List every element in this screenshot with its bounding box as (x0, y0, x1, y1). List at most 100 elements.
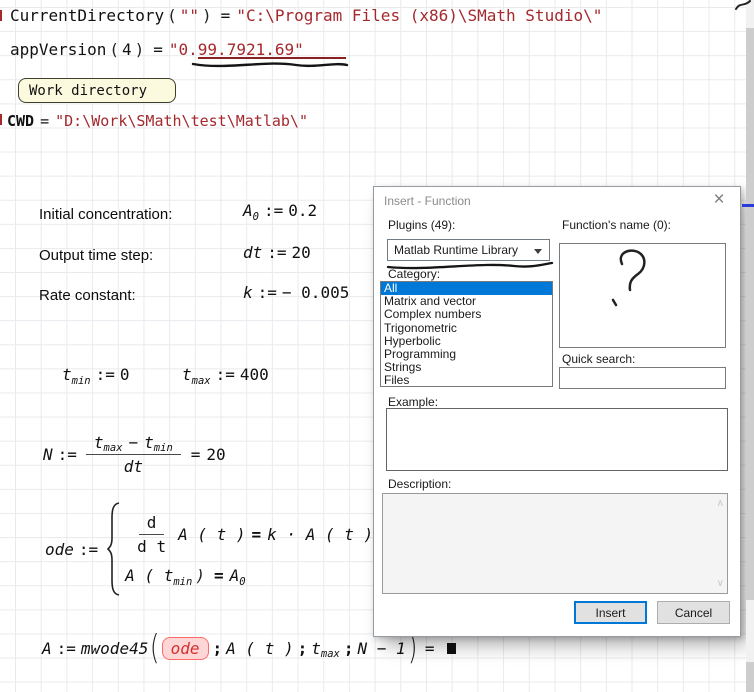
edge-red-mark (0, 114, 2, 125)
cwd-variable: CWD (7, 112, 34, 130)
equals-sign: = (221, 6, 231, 25)
category-item[interactable]: Files (381, 374, 552, 387)
work-directory-label: Work directory (29, 83, 147, 99)
assign: := (58, 445, 77, 464)
description-label: Description: (388, 477, 451, 491)
denominator: dt (124, 457, 143, 476)
category-list: All Matrix and vector Complex numbers Tr… (380, 281, 553, 387)
cancel-button[interactable]: Cancel (657, 601, 730, 624)
expr-a0[interactable]: A0 := 0.2 (243, 201, 317, 220)
a-of-t: A ( t ) (178, 525, 245, 544)
ode-row-1: d d t A ( t )=k · A ( t ) (125, 513, 373, 556)
system-brace (107, 502, 121, 596)
dialog-titlebar[interactable]: Insert - Function (374, 187, 740, 215)
assign: := (79, 540, 98, 559)
open-paren: ( (150, 633, 160, 663)
close-paren: ) (408, 633, 418, 663)
expr-tmax[interactable]: tmax:=400 (182, 365, 269, 384)
expr-k[interactable]: k:=− 0.005 (243, 283, 349, 302)
plugins-label: Plugins (49): (388, 218, 455, 232)
label-output-time-step: Output time step: (39, 247, 153, 264)
t-var: t (144, 433, 154, 452)
function-name-list[interactable] (559, 243, 726, 348)
result: 20 (206, 445, 225, 464)
quick-search-input[interactable] (559, 367, 726, 389)
variable: A (42, 639, 52, 658)
subscript: 0 (239, 576, 245, 588)
blue-edge-mark (742, 204, 754, 207)
variable: dt (243, 243, 262, 262)
bool-equals: = (252, 525, 262, 544)
string-value: "D:\Work\SMath\test\Matlab\" (55, 112, 308, 130)
expr-current-directory[interactable]: CurrentDirectory("")="C:\Program Files (… (10, 6, 602, 25)
chevron-down-icon (534, 249, 542, 254)
number-arg: 4 (122, 40, 132, 59)
variable: A (243, 201, 253, 220)
category-item[interactable]: Hyperbolic (381, 335, 552, 348)
expr-dt[interactable]: dt := 20 (243, 243, 311, 262)
plugins-dropdown[interactable]: Matlab Runtime Library (387, 239, 550, 261)
work-directory-button[interactable]: Work directory (18, 78, 176, 103)
scroll-up-icon[interactable]: ∧ (717, 498, 724, 509)
bool-equals: = (214, 566, 224, 585)
label-rate-constant: Rate constant: (39, 287, 136, 304)
equals-sign: = (40, 112, 49, 130)
variable: t (182, 365, 192, 384)
arg-a-of-t: A ( t ) (226, 639, 293, 658)
result-placeholder (447, 643, 456, 654)
assign: := (96, 365, 115, 384)
insert-function-dialog: Insert - Function × Plugins (49): Matlab… (373, 186, 741, 637)
string-value: "C:\Program Files (x86)\SMath Studio\" (236, 6, 602, 25)
variable: N (43, 445, 53, 464)
close-paren: ) (135, 40, 145, 59)
value: 20 (292, 243, 311, 262)
subscript: 0 (253, 211, 259, 223)
expr-tmin[interactable]: tmin:=0 (62, 365, 130, 384)
scroll-down-icon[interactable]: ∨ (717, 578, 724, 589)
subscript: min (173, 576, 192, 588)
arg-n-minus-1: N − 1 (357, 639, 405, 658)
ode-argument-box[interactable]: ode (162, 637, 209, 660)
separator: ; (344, 639, 354, 658)
equals-sign: = (425, 639, 435, 658)
a-of-tmin: A ( t (125, 566, 173, 585)
category-label: Category: (388, 267, 440, 281)
close-paren: ) (195, 566, 205, 585)
function-name: CurrentDirectory (10, 6, 164, 25)
value: − 0.005 (282, 283, 349, 302)
vertical-scrollbar-thumb[interactable] (746, 28, 754, 600)
example-box[interactable] (386, 408, 728, 471)
function-name-label: Function's name (0): (562, 218, 671, 232)
arg-tmax: t (311, 639, 321, 658)
expr-cwd[interactable]: CWD = "D:\Work\SMath\test\Matlab\" (7, 112, 308, 130)
assign: := (264, 201, 283, 220)
t-var: t (94, 433, 104, 452)
d-t: d t (137, 537, 166, 556)
variable: ode (45, 540, 74, 559)
open-paren: ( (109, 40, 119, 59)
description-box[interactable]: ∧ ∨ (382, 493, 728, 594)
string-arg: "" (180, 6, 199, 25)
expr-n[interactable]: N:= tmax−tmin dt =20 (43, 426, 226, 482)
function-name: appVersion (10, 40, 106, 59)
subscript: max (192, 375, 211, 387)
assign: := (267, 243, 286, 262)
variable: k (243, 283, 253, 302)
solver-function: mwode45 (81, 639, 148, 658)
expr-ode-system[interactable]: ode:= d d t A ( t )=k · A ( t ) A ( tmin… (45, 501, 373, 597)
category-item[interactable]: Trigonometric (381, 322, 552, 335)
example-label: Example: (388, 395, 438, 409)
quick-search-label: Quick search: (562, 352, 635, 366)
red-underline (198, 57, 346, 59)
ode-row-2: A ( tmin)=A0 (125, 566, 373, 585)
close-icon[interactable]: × (708, 189, 730, 211)
question-mark-doodle (600, 248, 660, 310)
insert-button[interactable]: Insert (574, 601, 647, 624)
category-item[interactable]: Complex numbers (381, 308, 552, 321)
subscript: max (104, 442, 123, 454)
derivative-fraction: d d t (129, 513, 174, 556)
separator: ; (298, 639, 308, 658)
value: 0.2 (288, 201, 317, 220)
minus: − (129, 433, 139, 452)
scrollbar-down-button[interactable] (746, 662, 754, 692)
